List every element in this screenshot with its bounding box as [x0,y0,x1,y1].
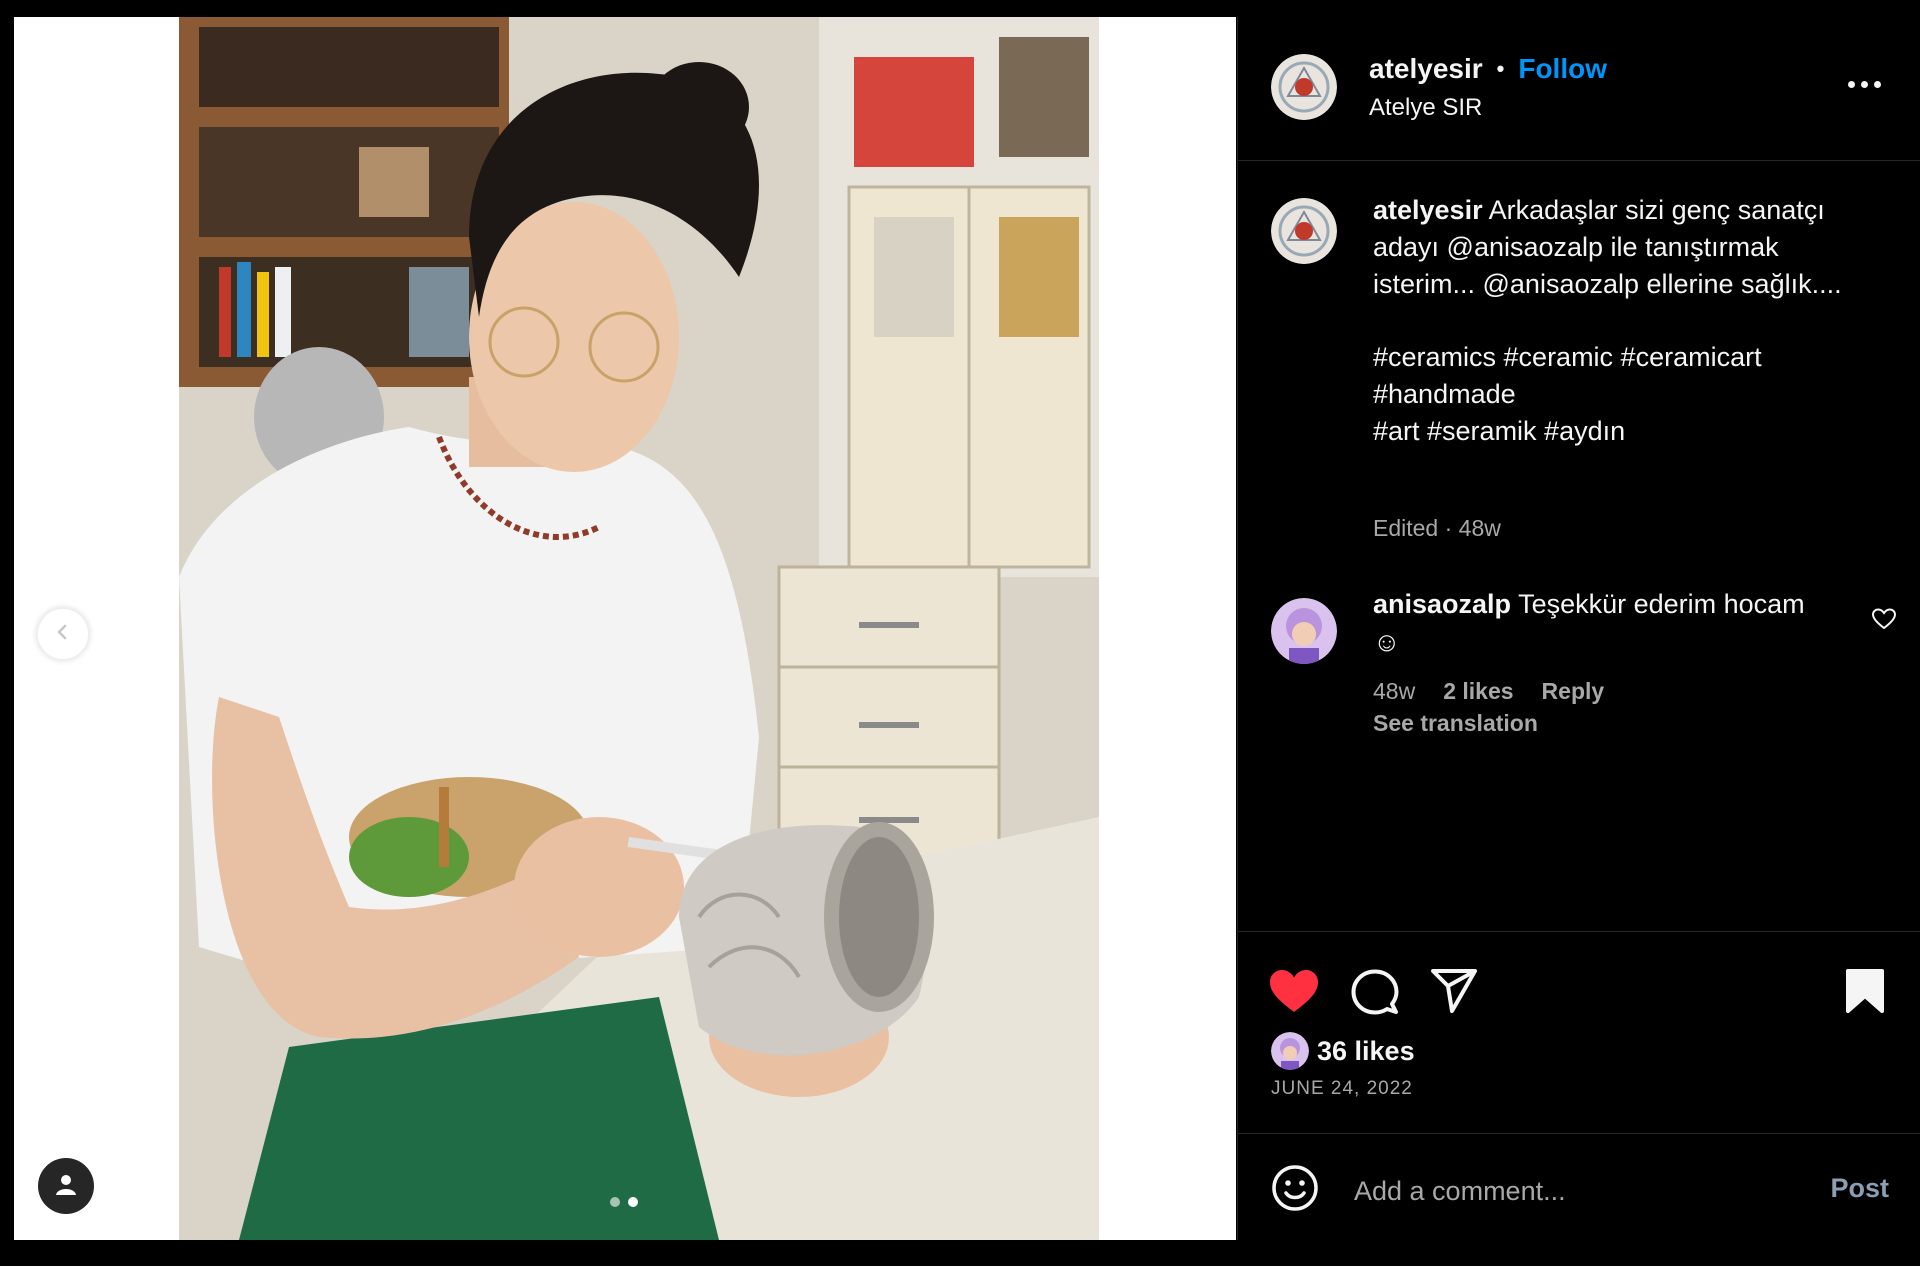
comment-item: anisaozalp Teşekkür ederim hocam ☺ [1373,585,1813,661]
post-side-panel: atelyesir • Follow Atelye SIR atelyesir … [1237,17,1920,1240]
author-username[interactable]: atelyesir [1369,53,1483,85]
commenter-avatar[interactable] [1271,598,1337,664]
post-date[interactable]: JUNE 24, 2022 [1271,1078,1413,1100]
comment-meta: 48w 2 likes Reply [1373,678,1604,705]
header-name-row: atelyesir • Follow [1369,53,1607,85]
chevron-left-icon [53,622,73,647]
more-options-icon[interactable] [1848,81,1881,88]
tagged-users-button[interactable] [38,1158,94,1214]
separator-dot: • [1496,56,1505,81]
post-comment-button[interactable]: Post [1830,1173,1889,1204]
caption-meta: Edited · 48w [1373,515,1501,541]
follow-button[interactable]: Follow [1518,53,1607,85]
post-header: atelyesir • Follow Atelye SIR [1238,17,1920,161]
caption-hashtags-2[interactable]: #handmade [1373,376,1843,413]
post-caption: atelyesir Arkadaşlar sizi genç sanatçı a… [1373,192,1843,450]
comment-input[interactable] [1352,1172,1796,1210]
comment-bubble-icon[interactable] [1351,968,1399,1021]
likes-summary[interactable]: 36 likes [1271,1032,1415,1070]
caption-author-avatar[interactable] [1271,198,1337,264]
comment-likes[interactable]: 2 likes [1443,678,1513,705]
carousel-indicator [610,1197,638,1207]
post-media [14,17,1236,1240]
caption-hashtags-3[interactable]: #art #seramik #aydın [1373,413,1843,450]
caption-hashtags-1[interactable]: #ceramics #ceramic #ceramicart [1373,339,1843,376]
heart-outline-icon[interactable] [1871,607,1897,636]
bookmark-filled-icon[interactable] [1845,968,1885,1019]
post-photo[interactable] [179,17,1099,1240]
photo-illustration [179,17,1099,1240]
comment-username[interactable]: anisaozalp [1373,589,1511,619]
user-tag-icon [53,1171,79,1202]
likes-count[interactable]: 36 likes [1317,1036,1415,1067]
carousel-dot-active [628,1197,638,1207]
heart-filled-icon[interactable] [1268,968,1320,1019]
post-location[interactable]: Atelye SIR [1369,94,1482,122]
caption-username[interactable]: atelyesir [1373,195,1483,225]
see-translation-button[interactable]: See translation [1373,710,1538,737]
comment-time[interactable]: 48w [1373,678,1415,705]
author-avatar[interactable] [1271,54,1337,120]
paper-plane-icon[interactable] [1430,968,1478,1019]
liker-avatar [1271,1032,1309,1070]
add-comment-bar: Post [1238,1133,1920,1241]
carousel-dot [610,1197,620,1207]
post-actions: 36 likes JUNE 24, 2022 [1238,931,1920,1152]
comment-reply-button[interactable]: Reply [1542,678,1605,705]
carousel-prev-button[interactable] [36,607,90,661]
smiley-icon[interactable] [1271,1164,1319,1217]
